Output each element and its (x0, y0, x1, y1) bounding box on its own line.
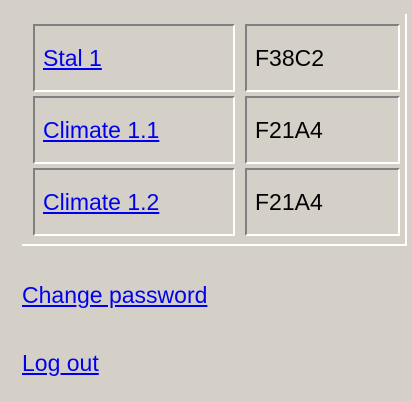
station-code-cell: F21A4 (245, 96, 400, 164)
station-name-cell: Climate 1.2 (33, 168, 235, 236)
log-out-link[interactable]: Log out (22, 350, 99, 377)
station-link[interactable]: Climate 1.2 (43, 189, 159, 216)
change-password-link[interactable]: Change password (22, 282, 207, 309)
station-name-cell: Stal 1 (33, 24, 235, 92)
station-link[interactable]: Climate 1.1 (43, 117, 159, 144)
station-code-cell: F21A4 (245, 168, 400, 236)
station-link[interactable]: Stal 1 (43, 45, 102, 72)
station-code-cell: F38C2 (245, 24, 400, 92)
station-name-cell: Climate 1.1 (33, 96, 235, 164)
